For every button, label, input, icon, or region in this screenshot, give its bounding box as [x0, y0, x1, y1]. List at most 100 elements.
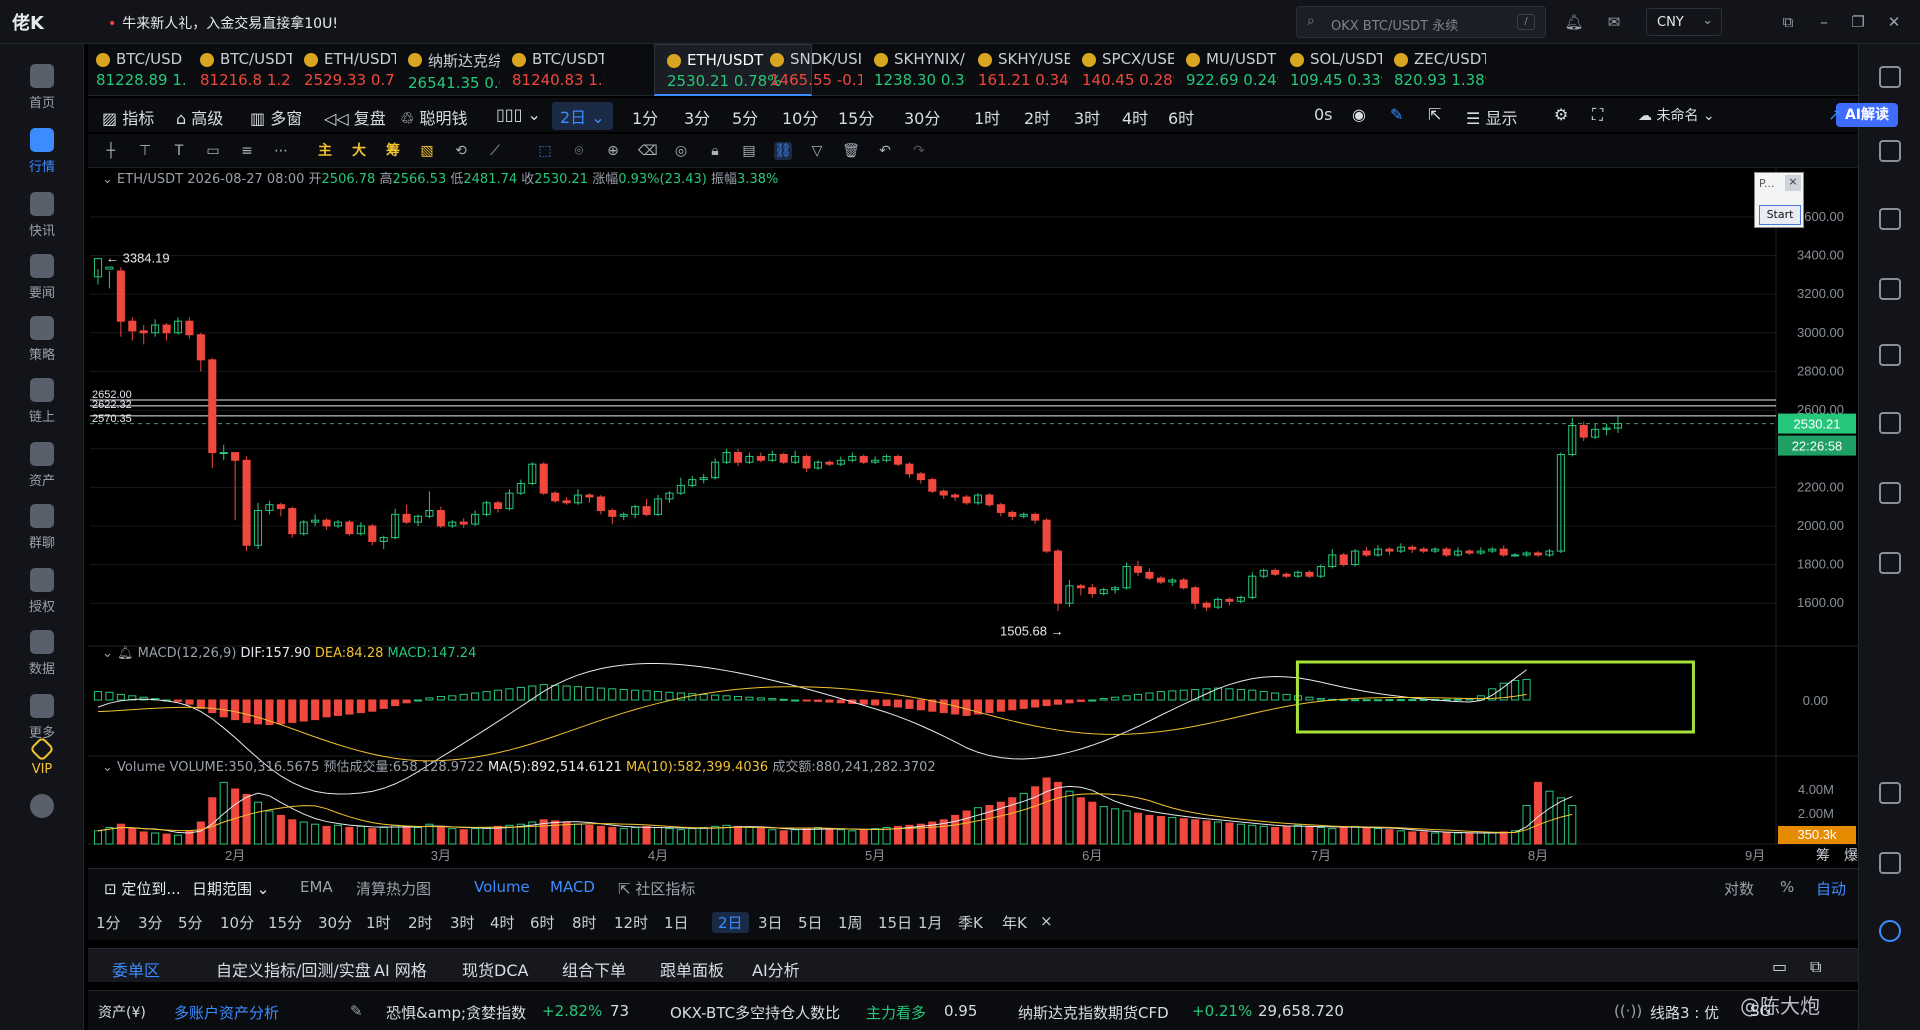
interval-6[interactable]: 1时: [974, 105, 1000, 129]
candle-body[interactable]: [916, 473, 925, 481]
candle-body[interactable]: [608, 510, 617, 517]
candle-body[interactable]: [1533, 552, 1543, 556]
trend-up-icon[interactable]: ↗: [1828, 105, 1841, 124]
candle-body[interactable]: [951, 494, 960, 498]
auto-scale-toggle[interactable]: 自动: [1816, 878, 1846, 899]
candle-body[interactable]: [459, 521, 468, 525]
etf-icon[interactable]: [1879, 412, 1901, 434]
macd-toggle[interactable]: MACD: [550, 878, 595, 896]
volume-toggle[interactable]: Volume: [474, 878, 530, 896]
timeframe-15[interactable]: 3日: [758, 912, 783, 933]
timeframe-4[interactable]: 15分: [268, 912, 302, 933]
timeframe-7[interactable]: 2时: [408, 912, 433, 933]
candle-body[interactable]: [436, 510, 445, 527]
candle-body[interactable]: [1305, 571, 1314, 577]
ticker-tab[interactable]: ZEC/USDT 820.93 1.389: [1382, 44, 1486, 96]
sidebar-item-4[interactable]: 策略: [0, 306, 84, 376]
candle-body[interactable]: [1579, 425, 1588, 438]
volume-collapse-icon[interactable]: ⌄: [102, 760, 113, 775]
sidebar-item-0[interactable]: 首页: [0, 54, 84, 124]
ticker-tab[interactable]: SKHY/USE 161.21 0.349: [966, 44, 1070, 96]
timeframe-1[interactable]: 3分: [138, 912, 163, 933]
search-box[interactable]: ⌕ OKX BTC/USDT 永续 /: [1296, 6, 1546, 38]
sidebar-item-9[interactable]: 数据: [0, 620, 84, 690]
candle-body[interactable]: [128, 320, 137, 332]
candle-body[interactable]: [1385, 548, 1394, 552]
grid-icon[interactable]: [1879, 782, 1901, 804]
percent-scale-toggle[interactable]: %: [1780, 878, 1794, 896]
timeframe-9[interactable]: 4时: [490, 912, 515, 933]
promo-banner[interactable]: • 牛来新人礼，入金交易直接拿10U!: [108, 13, 338, 33]
candle-body[interactable]: [859, 455, 868, 463]
candle-body[interactable]: [368, 525, 377, 542]
candle-body[interactable]: [825, 461, 834, 465]
settings-gear-icon[interactable]: ⚙: [1554, 105, 1568, 124]
candle-body[interactable]: [402, 513, 411, 523]
camera-icon[interactable]: ◉: [1352, 105, 1366, 124]
zoom-icon[interactable]: ⊕: [604, 142, 622, 160]
ticker-tab[interactable]: BTC/USD 81228.89 1.1: [84, 44, 188, 96]
candle-body[interactable]: [562, 500, 571, 504]
line-status[interactable]: 线路3 : 优: [1650, 1002, 1719, 1023]
candle-body[interactable]: [185, 320, 194, 336]
ticker-tab[interactable]: SPCX/USE 140.45 0.289: [1070, 44, 1174, 96]
candle-body[interactable]: [105, 266, 114, 270]
candle-body[interactable]: [288, 508, 297, 535]
candle-body[interactable]: [996, 504, 1005, 513]
panel-tab-4[interactable]: 组合下单: [562, 957, 626, 981]
candle-body[interactable]: [779, 453, 788, 463]
smart-money-button[interactable]: ♲ 聪明钱: [400, 105, 467, 129]
indicators-button[interactable]: ▨ 指标: [102, 105, 154, 129]
candle-body[interactable]: [756, 455, 765, 461]
minimize-icon[interactable]: –: [1814, 12, 1834, 32]
locate-button[interactable]: ⊡ 定位到...: [104, 878, 181, 899]
sidebar-item-6[interactable]: 资产: [0, 432, 84, 502]
layout-select[interactable]: ☁ 未命名 ⌄: [1638, 105, 1715, 125]
candle-body[interactable]: [493, 502, 503, 510]
close-icon[interactable]: ✕: [1884, 12, 1904, 32]
candle-body[interactable]: [1076, 585, 1085, 589]
timeframe-10[interactable]: 6时: [530, 912, 555, 933]
pattern-tool-icon[interactable]: ▧: [418, 142, 436, 160]
candle-body[interactable]: [596, 496, 605, 512]
wand-icon[interactable]: ⟋: [486, 142, 504, 160]
restore-icon[interactable]: ❐: [1848, 12, 1868, 32]
filter-icon[interactable]: ▽: [808, 142, 826, 160]
candle-body[interactable]: [1133, 566, 1143, 573]
date-range-select[interactable]: 日期范围 ⌄: [192, 878, 269, 899]
trash-icon[interactable]: 🗑︎: [842, 142, 860, 160]
candle-body[interactable]: [1191, 587, 1200, 604]
line-tool-icon[interactable]: ⊤: [136, 142, 154, 160]
link-icon[interactable]: ⛓: [774, 142, 792, 160]
candle-body[interactable]: [1145, 571, 1154, 579]
candle-body[interactable]: [1088, 587, 1097, 595]
panel-tab-1[interactable]: 自定义指标/回测/实盘: [216, 957, 371, 981]
x-corner-label[interactable]: 爆: [1844, 847, 1858, 863]
log-scale-toggle[interactable]: 对数: [1724, 878, 1754, 899]
interval-7[interactable]: 2时: [1024, 105, 1050, 129]
timeframe-11[interactable]: 8时: [572, 912, 597, 933]
ticker-tab[interactable]: 纳斯达克综… 26541.35 0.0: [396, 44, 500, 96]
panel-collapse-icon[interactable]: ▭: [1772, 957, 1787, 976]
candle-body[interactable]: [1282, 573, 1291, 577]
macd-collapse-icon[interactable]: ⌄ 🔔︎: [102, 646, 134, 661]
currency-select[interactable]: CNY ⌄: [1646, 8, 1722, 36]
candle-body[interactable]: [1271, 569, 1280, 575]
panel-tab-0[interactable]: 委单区: [112, 957, 160, 981]
timeframe-2[interactable]: 5分: [178, 912, 203, 933]
timeframe-8[interactable]: 3时: [450, 912, 475, 933]
timeframe-22[interactable]: ×: [1040, 912, 1053, 930]
timeframe-16[interactable]: 5日: [798, 912, 823, 933]
assistant-avatar-icon[interactable]: [1879, 920, 1901, 942]
edit-icon[interactable]: ✎: [350, 1002, 363, 1020]
community-indicator-button[interactable]: ⇱ 社区指标: [618, 878, 695, 899]
interval-select[interactable]: 2日 ⌄: [552, 102, 613, 130]
candle-body[interactable]: [551, 492, 560, 502]
sidebar-item-3[interactable]: 要闻: [0, 244, 84, 314]
candle-body[interactable]: [1179, 579, 1188, 589]
trend-line-icon[interactable]: [1879, 278, 1901, 300]
sidebar-item-2[interactable]: 快讯: [0, 182, 84, 252]
liquidation-heatmap-toggle[interactable]: 清算热力图: [356, 878, 431, 899]
interval-1[interactable]: 3分: [684, 105, 710, 129]
candle-body[interactable]: [196, 334, 205, 361]
